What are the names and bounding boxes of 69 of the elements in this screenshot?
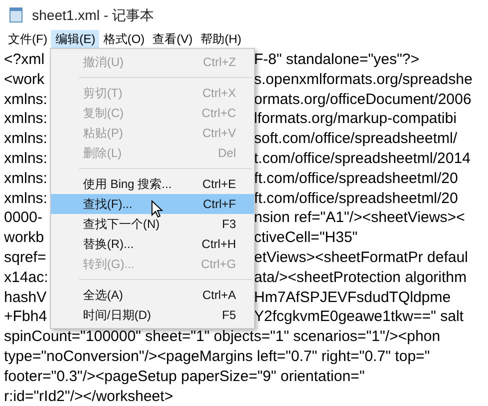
text-line: footer="0.3"/><pageSetup paperSize="9" orientation=" (4, 368, 365, 385)
text-line: ctiveCell="H35" (254, 228, 358, 248)
menu-item[interactable]: 格式(O) (99, 30, 149, 48)
menu-option-label: 查找(F)... (83, 196, 132, 213)
text-line: type="noConversion"/><pageMargins left="0.7" right="0.7" top=" (4, 348, 430, 365)
text-line: x14ac: (4, 268, 48, 286)
shortcut-label: Ctrl+X (202, 85, 236, 102)
window-title: sheet1.xml - 记事本 (32, 6, 154, 24)
menu-option-label: 替换(R)... (83, 236, 134, 253)
text-line: etViews><sheetFormatPr defaul (254, 248, 468, 268)
menu-option[interactable]: 替换(R)... Ctrl+H (51, 234, 254, 254)
text-line: xmlns: (4, 110, 48, 128)
menu-option-label: 使用 Bing 搜索... (83, 176, 172, 193)
text-line: F-8" standalone="yes"?> (254, 50, 420, 70)
menu-option[interactable]: 时间/日期(D) F5 (51, 305, 254, 325)
menu-option-label: 复制(C) (83, 105, 124, 122)
shortcut-label: Ctrl+A (202, 287, 236, 304)
text-line: lformats.org/markup-compatibi (254, 109, 457, 130)
menu-option[interactable]: 查找下一个(N) F3 (51, 214, 254, 234)
text-line: hashV (4, 288, 47, 306)
text-line: ft.com/office/spreadsheetml/20 (254, 188, 458, 208)
shortcut-label: F3 (222, 216, 236, 233)
menu-option-label: 撤消(U) (83, 54, 124, 71)
shortcut-label: Ctrl+F (203, 196, 236, 213)
shortcut-label: Ctrl+C (202, 105, 236, 122)
text-line: xmlns: (4, 90, 48, 108)
shortcut-label: Ctrl+G (200, 256, 236, 273)
text-line: xmlns: (4, 190, 48, 207)
menu-item[interactable]: 编辑(E) (51, 30, 100, 48)
text-line: s.openxmlformats.org/spreadshe (254, 70, 472, 90)
text-line: <?xml (4, 51, 44, 68)
text-line: xmlns: (4, 150, 48, 167)
text-line: xmlns: (4, 130, 48, 148)
menu-item[interactable]: 帮助(H) (196, 30, 246, 48)
text-line: Hm7AfSPJEVFsdudTQldpme (254, 288, 451, 308)
menu-item[interactable]: 文件(F) (4, 30, 52, 48)
shortcut-label: Ctrl+Z (203, 54, 236, 71)
menu-option-label: 删除(L) (83, 145, 122, 162)
text-line: nsion ref="A1"/><sheetViews>< (254, 208, 465, 228)
text-line: xmlns: (4, 170, 48, 187)
menu-option-label: 转到(G)... (83, 256, 134, 273)
text-line: Y2fcgkvmE0geawe1tkw==" salt (254, 307, 464, 328)
menu-option-label: 查找下一个(N) (83, 216, 160, 233)
text-line: spinCount="100000" sheet="1" objects="1" scenarios="1"/><phon (4, 328, 440, 346)
text-line: sqref= (4, 248, 46, 266)
text-line: +Fbh4 (4, 308, 47, 326)
text-line: ata/><sheetProtection algorithm (254, 268, 467, 288)
text-line: workb (4, 229, 44, 246)
text-line: 0000- (4, 209, 42, 226)
shortcut-label: Ctrl+V (202, 125, 236, 142)
shortcut-label: Ctrl+H (202, 236, 236, 253)
shortcut-label: Del (218, 145, 236, 162)
text-line: <work (4, 70, 44, 88)
shortcut-label: F5 (222, 307, 236, 324)
text-line: r:id="rId2"/></worksheet> (4, 388, 174, 405)
text-line: soft.com/office/spreadsheetml/ (254, 129, 458, 149)
menu-option[interactable]: 使用 Bing 搜索... Ctrl+E (51, 174, 254, 194)
mouse-pointer-icon (151, 200, 163, 218)
menu-option-label: 粘贴(P) (83, 125, 123, 142)
menu-option-label: 时间/日期(D) (83, 307, 151, 324)
menu-item[interactable]: 查看(V) (148, 30, 197, 48)
text-line: ormats.org/officeDocument/2006 (254, 90, 472, 110)
text-line: ft.com/office/spreadsheetml/20 (254, 168, 458, 189)
menu-option-label: 剪切(T) (83, 85, 122, 102)
menu-option[interactable]: 全选(A) Ctrl+A (51, 285, 254, 305)
menu-option-label: 全选(A) (83, 287, 123, 304)
shortcut-label: Ctrl+E (202, 176, 236, 193)
text-line: t.com/office/spreadsheetml/2014 (254, 148, 471, 169)
notepad-icon (8, 7, 24, 23)
